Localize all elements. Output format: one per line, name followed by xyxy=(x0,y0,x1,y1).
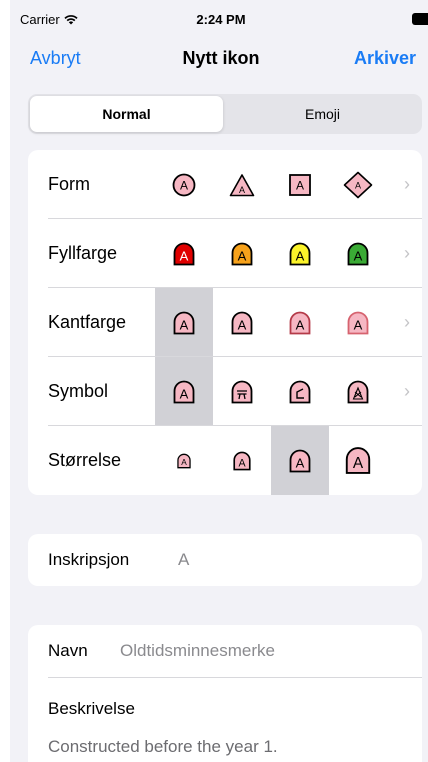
grave-icon xyxy=(289,380,311,403)
fill-option-green[interactable]: A xyxy=(329,219,387,288)
description-label: Beskrivelse xyxy=(48,699,135,718)
tombstone-marker-icon: A xyxy=(289,311,311,334)
size-option-xlarge[interactable]: A xyxy=(329,426,387,495)
svg-text:A: A xyxy=(239,185,245,195)
description-field[interactable]: Constructed before the year 1. xyxy=(48,737,278,757)
fill-option-orange[interactable]: A xyxy=(213,219,271,288)
tombstone-marker-icon: A xyxy=(173,242,195,265)
inscription-field[interactable]: A xyxy=(178,550,189,570)
svg-text:A: A xyxy=(296,455,305,470)
symbol-label: Symbol xyxy=(48,381,109,401)
field-divider xyxy=(48,677,422,678)
navigation-bar: Avbryt Nytt ikon Arkiver xyxy=(10,40,428,80)
fill-color-row: Fyllfarge A A A A › xyxy=(28,219,422,288)
battery-icon xyxy=(412,13,428,25)
tombstone-marker-icon: A xyxy=(347,311,369,334)
fill-option-red[interactable]: A xyxy=(155,219,213,288)
form-option-diamond[interactable]: A xyxy=(329,150,387,219)
chevron-right-icon[interactable]: › xyxy=(404,219,410,288)
form-option-square[interactable]: A xyxy=(271,150,329,219)
ruin-icon xyxy=(347,380,369,403)
circle-marker-icon: A xyxy=(172,173,196,196)
tombstone-marker-icon: A xyxy=(173,311,195,334)
triangle-marker-icon: A xyxy=(229,173,255,196)
name-label: Navn xyxy=(48,641,88,660)
save-button[interactable]: Arkiver xyxy=(354,48,416,69)
border-option-pink[interactable]: A xyxy=(213,288,271,357)
border-option-light-red[interactable]: A xyxy=(329,288,387,357)
tombstone-marker-icon: A xyxy=(289,449,311,472)
symbol-option-ruin[interactable] xyxy=(329,357,387,426)
border-color-row: Kantfarge A A A A › xyxy=(28,288,422,357)
screen: Carrier 2:24 PM Avbryt Nytt ikon Arkiver… xyxy=(10,0,428,762)
chevron-right-icon[interactable]: › xyxy=(404,150,410,219)
tombstone-marker-icon: A xyxy=(289,242,311,265)
chevron-right-icon[interactable]: › xyxy=(404,288,410,357)
svg-text:A: A xyxy=(296,317,305,332)
form-label: Form xyxy=(48,174,90,194)
tombstone-marker-icon: A xyxy=(233,451,251,470)
info-card: Navn Oldtidsminnesmerke Beskrivelse Cons… xyxy=(28,625,422,762)
tombstone-marker-icon: A xyxy=(345,447,371,474)
svg-text:A: A xyxy=(296,178,304,192)
name-field[interactable]: Oldtidsminnesmerke xyxy=(120,641,275,661)
symbol-row: Symbol A › xyxy=(28,357,422,426)
tombstone-marker-icon: A xyxy=(231,311,253,334)
svg-text:A: A xyxy=(180,386,189,401)
tombstone-marker-icon: A xyxy=(347,242,369,265)
symbol-option-monument[interactable] xyxy=(213,357,271,426)
border-option-black[interactable]: A xyxy=(155,288,213,357)
status-bar: Carrier 2:24 PM xyxy=(10,0,428,36)
svg-text:A: A xyxy=(180,317,189,332)
icon-type-segmented-control: Normal Emoji xyxy=(28,94,422,134)
tombstone-marker-icon: A xyxy=(231,242,253,265)
svg-text:A: A xyxy=(238,248,247,263)
svg-text:A: A xyxy=(354,317,363,332)
svg-text:A: A xyxy=(180,248,189,263)
svg-text:A: A xyxy=(181,458,187,467)
segment-emoji[interactable]: Emoji xyxy=(226,96,419,132)
tombstone-letter-icon: A xyxy=(173,380,195,403)
inscription-label: Inskripsjon xyxy=(48,550,130,569)
size-option-small[interactable]: A xyxy=(155,426,213,495)
diamond-marker-icon: A xyxy=(343,171,373,198)
svg-text:A: A xyxy=(238,317,247,332)
symbol-option-grave[interactable] xyxy=(271,357,329,426)
border-color-label: Kantfarge xyxy=(48,312,127,332)
form-row: Form A A A A › xyxy=(28,150,422,219)
fill-color-label: Fyllfarge xyxy=(48,243,118,263)
tombstone-marker-icon: A xyxy=(177,453,191,468)
segment-normal[interactable]: Normal xyxy=(30,96,223,132)
size-label: Størrelse xyxy=(48,450,122,470)
svg-text:A: A xyxy=(353,455,364,472)
size-option-large[interactable]: A xyxy=(271,426,329,495)
status-time: 2:24 PM xyxy=(196,12,246,27)
svg-text:A: A xyxy=(180,178,188,192)
svg-text:A: A xyxy=(238,457,246,469)
svg-text:A: A xyxy=(296,248,305,263)
size-row: Størrelse A A A A xyxy=(28,426,422,495)
border-option-red[interactable]: A xyxy=(271,288,329,357)
monument-icon xyxy=(231,380,253,403)
chevron-right-icon[interactable]: › xyxy=(404,357,410,426)
inscription-card: Inskripsjon A xyxy=(28,534,422,586)
square-marker-icon: A xyxy=(289,173,311,196)
svg-text:A: A xyxy=(354,248,363,263)
symbol-option-letter[interactable]: A xyxy=(155,357,213,426)
size-option-medium[interactable]: A xyxy=(213,426,271,495)
icon-attributes-card: Form A A A A › Fyllfarge A A A A › Kantf… xyxy=(28,150,422,495)
svg-text:A: A xyxy=(355,180,361,190)
form-option-circle[interactable]: A xyxy=(155,150,213,219)
fill-option-yellow[interactable]: A xyxy=(271,219,329,288)
form-option-triangle[interactable]: A xyxy=(213,150,271,219)
